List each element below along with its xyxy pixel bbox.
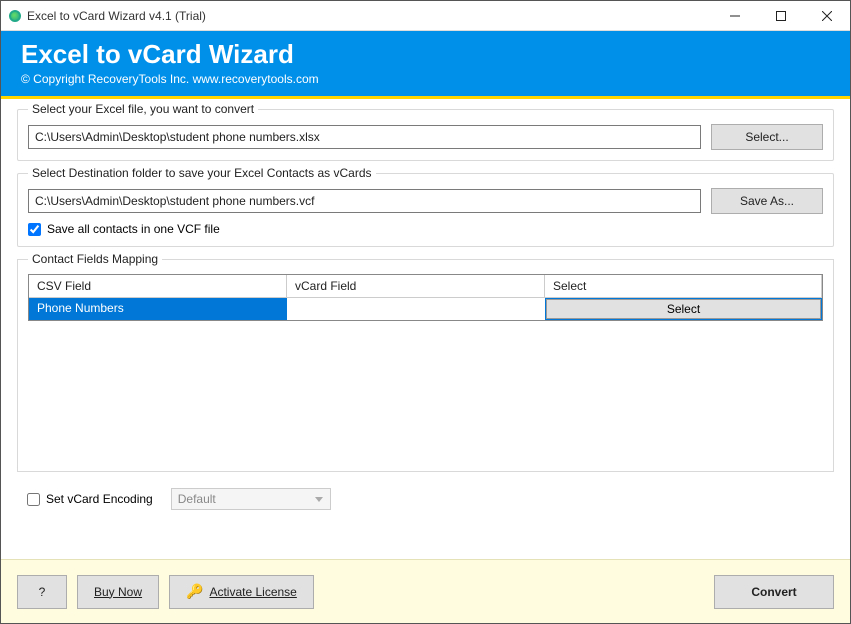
destination-path-input[interactable]	[28, 189, 701, 213]
cell-csv-field: Phone Numbers	[29, 298, 287, 320]
destination-group-label: Select Destination folder to save your E…	[28, 166, 376, 180]
encoding-select	[171, 488, 331, 510]
header-select[interactable]: Select	[545, 275, 822, 298]
destination-group: Select Destination folder to save your E…	[17, 173, 834, 247]
select-source-button[interactable]: Select...	[711, 124, 823, 150]
mapping-group-label: Contact Fields Mapping	[28, 252, 162, 266]
minimize-button[interactable]	[712, 1, 758, 31]
cell-select: Select	[545, 298, 822, 320]
source-file-group: Select your Excel file, you want to conv…	[17, 109, 834, 161]
footer-bar: ? Buy Now 🔑 Activate License Convert	[1, 559, 850, 623]
activate-license-button[interactable]: 🔑 Activate License	[169, 575, 314, 609]
banner-copyright: © Copyright RecoveryTools Inc. www.recov…	[21, 72, 830, 86]
buy-now-button[interactable]: Buy Now	[77, 575, 159, 609]
table-row[interactable]: Phone Numbers Select	[29, 298, 822, 320]
cell-vcard-field	[287, 298, 545, 320]
table-header-row: CSV Field vCard Field Select	[29, 275, 822, 298]
save-as-button[interactable]: Save As...	[711, 188, 823, 214]
banner-heading: Excel to vCard Wizard	[21, 39, 830, 70]
close-button[interactable]	[804, 1, 850, 31]
select-field-button[interactable]: Select	[546, 299, 821, 319]
header-csv-field[interactable]: CSV Field	[29, 275, 287, 298]
maximize-button[interactable]	[758, 1, 804, 31]
window-title: Excel to vCard Wizard v4.1 (Trial)	[27, 9, 712, 23]
encoding-checkbox[interactable]	[27, 493, 40, 506]
titlebar: Excel to vCard Wizard v4.1 (Trial)	[1, 1, 850, 31]
save-one-vcf-label: Save all contacts in one VCF file	[47, 222, 220, 236]
header-vcard-field[interactable]: vCard Field	[287, 275, 545, 298]
banner: Excel to vCard Wizard © Copyright Recove…	[1, 31, 850, 99]
encoding-checkbox-label: Set vCard Encoding	[27, 492, 153, 506]
mapping-table: CSV Field vCard Field Select Phone Numbe…	[28, 274, 823, 321]
mapping-group: Contact Fields Mapping CSV Field vCard F…	[17, 259, 834, 472]
window-controls	[712, 1, 850, 31]
encoding-row: Set vCard Encoding	[17, 482, 834, 520]
source-group-label: Select your Excel file, you want to conv…	[28, 102, 258, 116]
convert-button[interactable]: Convert	[714, 575, 834, 609]
app-icon	[9, 10, 21, 22]
source-path-input[interactable]	[28, 125, 701, 149]
key-icon: 🔑	[186, 583, 203, 600]
save-one-vcf-checkbox[interactable]	[28, 223, 41, 236]
content-area: Select your Excel file, you want to conv…	[1, 99, 850, 520]
help-button[interactable]: ?	[17, 575, 67, 609]
